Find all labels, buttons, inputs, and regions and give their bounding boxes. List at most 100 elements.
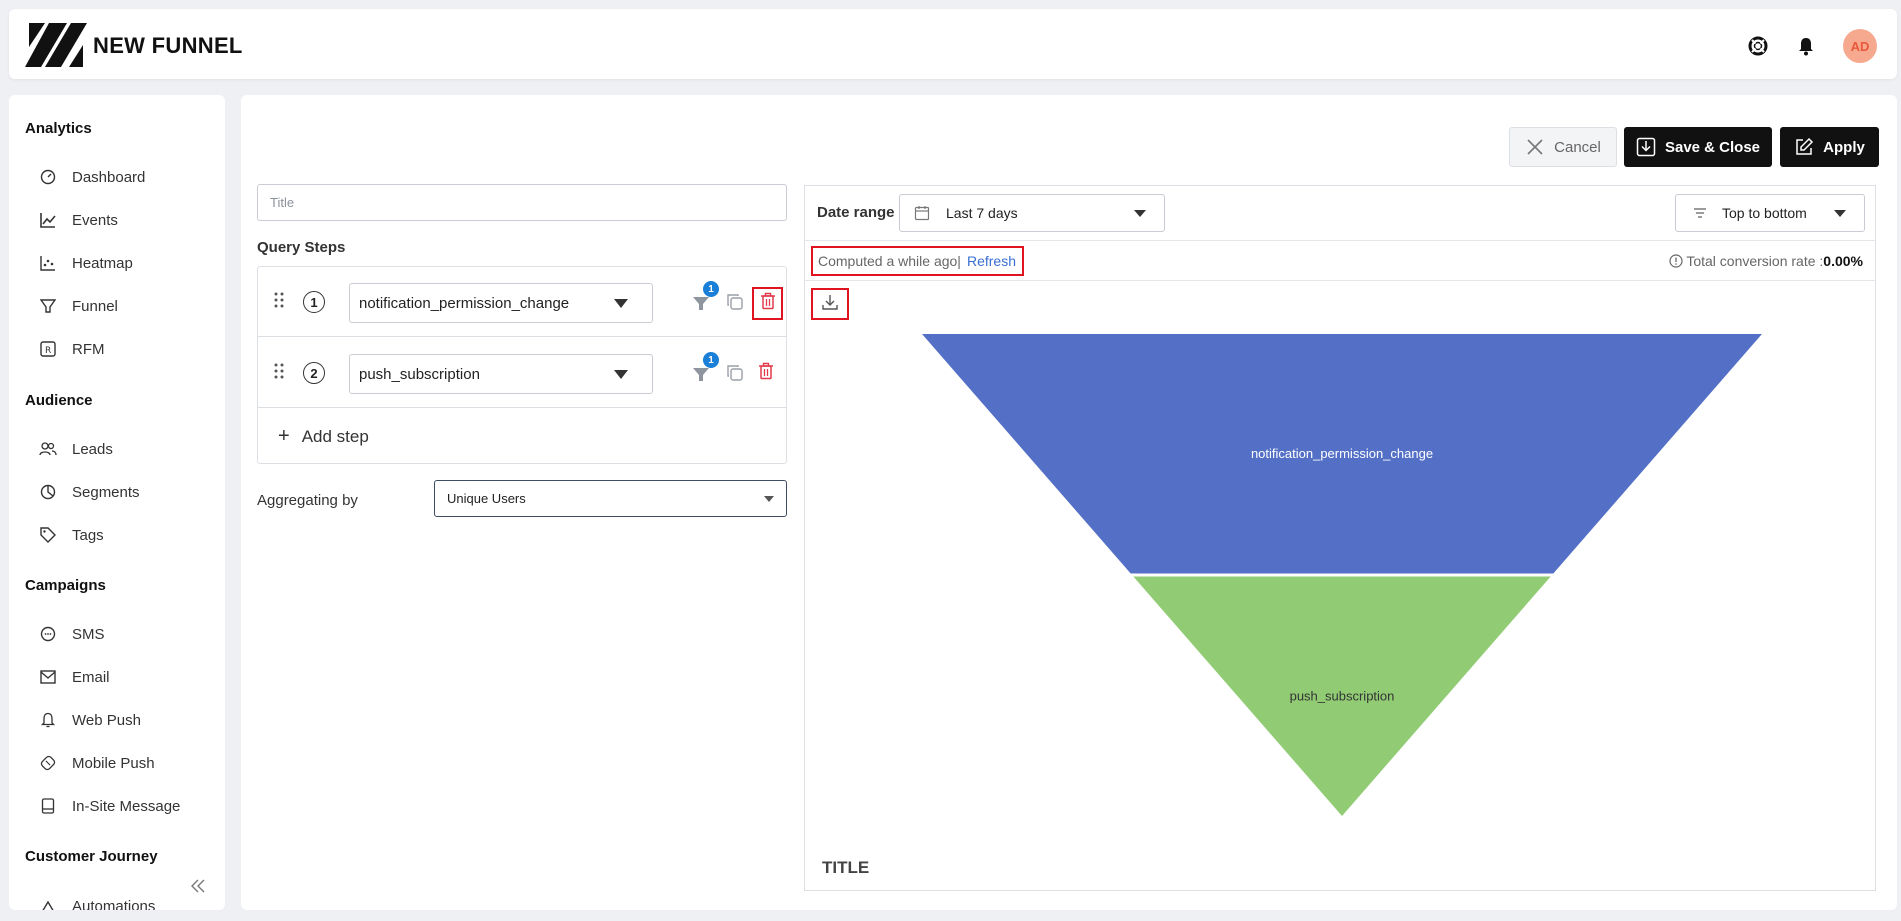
chevron-down-icon [1834,210,1846,217]
copy-icon[interactable] [726,364,744,382]
drag-handle-icon[interactable] [273,362,285,380]
copy-icon[interactable] [726,293,744,311]
chevron-down-icon [614,299,628,308]
sidebar-item-label: Events [72,211,118,229]
query-step: 2 push_subscription 1 [258,338,786,408]
mobile-push-icon [39,754,57,772]
funnel-stage-label: push_subscription [1290,688,1395,703]
sort-icon [1692,205,1708,221]
drag-handle-icon[interactable] [273,291,285,309]
sidebar-section-customer-journey: Customer Journey [25,848,158,865]
calendar-icon [914,205,930,221]
chevron-down-icon [1134,210,1146,217]
cancel-button[interactable]: Cancel [1509,127,1617,167]
conversion-rate: Total conversion rate : 0.00% [1669,253,1863,269]
sidebar-item-funnel[interactable]: Funnel [39,291,219,321]
help-icon[interactable] [1747,35,1769,57]
sidebar-item-events[interactable]: Events [39,205,219,235]
sidebar: Analytics Dashboard Events Heatmap Funne… [9,95,225,910]
query-steps-label: Query Steps [257,239,346,256]
step-number: 1 [303,291,325,313]
computed-status: Computed a while ago| Refresh [811,246,1024,276]
order-value: Top to bottom [1722,205,1807,221]
sidebar-section-campaigns: Campaigns [25,577,106,594]
funnel-chart: notification_permission_change push_subsc… [922,334,1762,816]
step-event-select[interactable]: notification_permission_change [349,283,653,323]
sidebar-item-label: SMS [72,625,105,643]
step-number: 2 [303,362,325,384]
sidebar-item-label: Leads [72,440,113,458]
refresh-link[interactable]: Refresh [967,253,1016,269]
step-event-value: push_subscription [359,365,480,383]
apply-button[interactable]: Apply [1780,127,1879,167]
svg-text:R: R [45,346,51,356]
apply-label: Apply [1823,138,1865,156]
avatar[interactable]: AD [1843,29,1877,63]
sidebar-item-heatmap[interactable]: Heatmap [39,248,219,278]
sidebar-item-in-site-message[interactable]: In-Site Message [39,791,219,821]
delete-step-button[interactable] [755,362,777,384]
sidebar-item-label: Heatmap [72,254,133,272]
save-close-label: Save & Close [1664,138,1761,156]
users-icon [39,440,57,458]
funnel-chart-panel: Date range Last 7 days Top to bottom Com… [804,185,1876,891]
bell-outline-icon [39,711,57,729]
date-range-value: Last 7 days [946,205,1018,221]
conversion-value: 0.00% [1823,253,1863,269]
filter-count-badge: 1 [703,352,719,368]
sidebar-item-email[interactable]: Email [39,662,219,692]
query-steps-list: 1 notification_permission_change 1 2 pus… [257,266,787,464]
sidebar-item-label: Dashboard [72,168,146,186]
window-icon [39,797,57,815]
chevron-down-icon [614,370,628,379]
sidebar-item-label: Email [72,668,110,686]
sidebar-item-rfm[interactable]: R RFM [39,334,219,364]
order-select[interactable]: Top to bottom [1675,194,1865,232]
automation-icon [39,897,57,910]
sidebar-item-label: Segments [72,483,140,501]
sidebar-section-analytics: Analytics [25,120,92,137]
date-range-label: Date range [817,204,895,221]
tag-icon [39,526,57,544]
sidebar-item-label: Funnel [72,297,118,315]
collapse-sidebar-icon[interactable] [189,878,209,898]
add-step-button[interactable]: + Add step [278,425,369,448]
bell-icon[interactable] [1795,35,1817,57]
close-icon [1525,137,1545,157]
funnel-icon [39,297,57,315]
title-input[interactable] [257,184,787,221]
envelope-icon [39,668,57,686]
sidebar-item-label: In-Site Message [72,797,181,815]
save-close-button[interactable]: Save & Close [1624,127,1772,167]
save-icon [1636,137,1656,157]
sidebar-item-web-push[interactable]: Web Push [39,705,219,735]
download-button[interactable] [811,288,849,320]
scatter-icon [39,254,57,272]
sidebar-section-audience: Audience [25,392,93,409]
date-range-select[interactable]: Last 7 days [899,194,1165,232]
funnel-stage-label: notification_permission_change [1251,446,1433,461]
sidebar-item-label: Automations [72,897,156,911]
edit-icon [1794,137,1814,157]
dashboard-icon [39,168,57,186]
sidebar-item-dashboard[interactable]: Dashboard [39,162,219,192]
trash-icon [758,362,774,385]
filter-count-badge: 1 [703,281,719,297]
sidebar-item-segments[interactable]: Segments [39,477,219,507]
aggregating-select[interactable]: Unique Users [434,480,787,517]
chart-title: TITLE [822,858,870,877]
step-event-select[interactable]: push_subscription [349,354,653,394]
sidebar-item-label: Tags [72,526,104,544]
download-icon [821,293,839,316]
sidebar-item-mobile-push[interactable]: Mobile Push [39,748,219,778]
aggregating-label: Aggregating by [257,492,358,509]
sidebar-item-tags[interactable]: Tags [39,520,219,550]
panel-header: Date range Last 7 days Top to bottom [805,186,1875,241]
top-bar: NEW FUNNEL AD [9,9,1897,79]
main-content: Cancel Save & Close Apply Query Steps 1 … [241,95,1897,910]
delete-step-button[interactable] [752,287,783,320]
sidebar-item-leads[interactable]: Leads [39,434,219,464]
add-step-label: Add step [301,426,369,446]
sidebar-item-sms[interactable]: SMS [39,619,219,649]
pie-chart-icon [39,483,57,501]
